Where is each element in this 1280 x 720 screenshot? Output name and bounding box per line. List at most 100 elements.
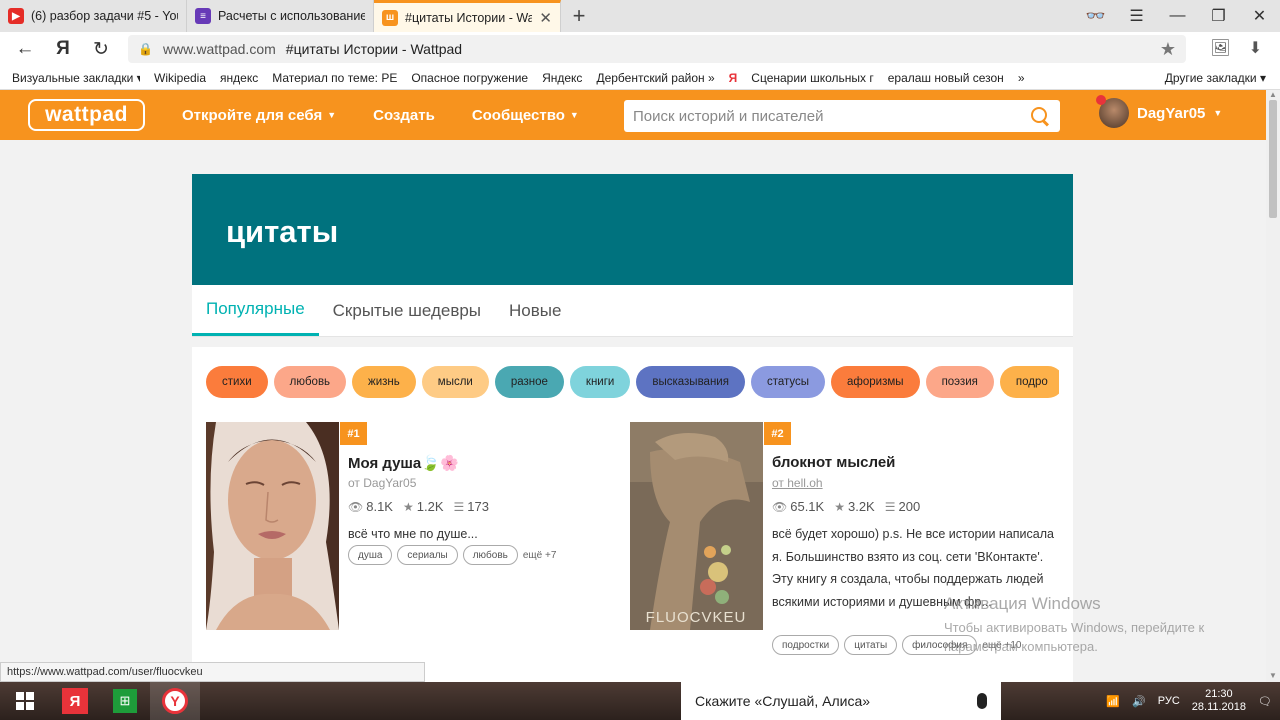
page-scrollbar[interactable]: ▲ ▼ xyxy=(1266,90,1280,682)
bookmark-item[interactable]: ералаш новый сезон xyxy=(888,71,1004,85)
yandex-home-icon[interactable]: Я xyxy=(44,32,82,66)
close-window-button[interactable]: ✕ xyxy=(1239,0,1280,32)
parts-count: 200 xyxy=(898,499,921,514)
parts-stat: ☰ 173 xyxy=(454,499,489,514)
close-tab-icon[interactable]: ✕ xyxy=(539,9,552,27)
other-bookmarks[interactable]: Другие закладки ▾ xyxy=(1165,71,1266,85)
bookmark-item[interactable]: Материал по теме: РЕ xyxy=(272,71,397,85)
browser-tab-youtube[interactable]: ▶ (6) разбор задачи #5 - You xyxy=(0,0,187,32)
tag-chip[interactable]: подро xyxy=(999,366,1059,398)
bookmark-item[interactable]: яндекс xyxy=(220,71,258,85)
yandex-app-icon: Я xyxy=(62,688,88,714)
bookmark-item[interactable]: Wikipedia xyxy=(154,71,206,85)
clock[interactable]: 21:30 28.11.2018 xyxy=(1192,688,1246,714)
restore-button[interactable]: ❐ xyxy=(1198,0,1239,32)
bookmark-star-icon[interactable]: ★ xyxy=(1160,39,1176,60)
status-url: https://www.wattpad.com/user/fluocvkeu xyxy=(0,662,425,682)
tag-chip[interactable]: статусы xyxy=(750,366,826,398)
more-tags-link[interactable]: ещё +7 xyxy=(523,550,557,561)
story-tag[interactable]: душа xyxy=(348,545,393,565)
story-tags: душа сериалы любовь ещё +7 xyxy=(348,545,556,565)
bookmark-item[interactable]: Дербентский район » xyxy=(596,71,714,85)
tab-new[interactable]: Новые xyxy=(495,285,575,336)
bookmark-item[interactable]: Сценарии школьных г xyxy=(751,71,873,85)
taskbar-yandex[interactable]: Я xyxy=(50,682,100,720)
story-author[interactable]: от DagYar05 xyxy=(348,476,416,490)
tag-chip[interactable]: высказывания xyxy=(636,366,745,398)
search-input[interactable]: Поиск историй и писателей xyxy=(624,100,1060,132)
username: DagYar05 xyxy=(1137,104,1206,122)
url-field[interactable]: 🔒 www.wattpad.com #цитаты Истории - Watt… xyxy=(128,35,1186,63)
parts-count: 173 xyxy=(467,499,489,514)
story-tag[interactable]: цитаты xyxy=(844,635,898,655)
reads-stat: 👁 8.1K xyxy=(348,499,393,514)
taskbar-store[interactable]: ⊞ xyxy=(100,682,150,720)
tag-chip[interactable]: поэзия xyxy=(925,366,994,398)
story-title[interactable]: Моя душа🍃🌸 xyxy=(348,454,459,472)
search-placeholder: Поиск историй и писателей xyxy=(633,107,824,125)
notifications-icon[interactable]: 🗨 xyxy=(1258,695,1272,708)
scroll-up-icon[interactable]: ▲ xyxy=(1269,90,1277,99)
story-title[interactable]: блокнот мыслей xyxy=(772,454,895,471)
notification-dot xyxy=(1096,95,1106,105)
tag-chip[interactable]: мысли xyxy=(421,366,489,398)
sort-tabs: Популярные Скрытые шедевры Новые xyxy=(192,285,1073,337)
bookmark-item[interactable]: Визуальные закладки ▾ xyxy=(12,71,140,85)
nav-community[interactable]: Сообщество ▼ xyxy=(472,107,579,124)
minimize-button[interactable]: — xyxy=(1157,0,1198,32)
alice-search-box[interactable]: Скажите «Слушай, Алиса» xyxy=(681,682,1001,720)
nav-discover[interactable]: Откройте для себя ▼ xyxy=(182,107,336,124)
language-indicator[interactable]: РУС xyxy=(1158,695,1180,707)
search-icon[interactable] xyxy=(1030,106,1050,126)
tab-label: (6) разбор задачи #5 - You xyxy=(31,9,178,23)
tag-chip[interactable]: жизнь xyxy=(352,366,416,398)
yandex-logo-icon[interactable]: Я xyxy=(729,71,738,85)
story-card: #1 Моя душа🍃🌸 от DagYar05 👁 8.1K ★ 1.2K ☰ 1… xyxy=(206,422,616,630)
downloads-icon[interactable]: ⬇ xyxy=(1249,38,1262,58)
user-menu[interactable]: DagYar05 ▼ xyxy=(1096,95,1222,128)
story-cover[interactable] xyxy=(206,422,339,630)
svg-text:FLUOCVKEU: FLUOCVKEU xyxy=(646,609,747,626)
screenshot-icon[interactable]: 🖼 xyxy=(1210,38,1230,58)
tag-chip[interactable]: любовь xyxy=(273,366,347,398)
bookmark-item[interactable]: Яндекс xyxy=(542,71,582,85)
chevron-down-icon: ▼ xyxy=(569,110,579,120)
browser-tab-wattpad[interactable]: ш #цитаты Истории - Wat ✕ xyxy=(374,0,561,32)
nav-create[interactable]: Создать xyxy=(373,107,435,124)
network-icon[interactable]: 📶 xyxy=(1106,695,1120,708)
volume-icon[interactable]: 🔊 xyxy=(1132,695,1146,708)
reload-button[interactable]: ↻ xyxy=(82,32,120,66)
story-author[interactable]: от hell.oh xyxy=(772,476,823,490)
scroll-down-icon[interactable]: ▼ xyxy=(1269,671,1277,680)
story-cover[interactable]: FLUOCVKEU xyxy=(630,422,763,630)
start-button[interactable] xyxy=(0,682,50,720)
microphone-icon[interactable] xyxy=(977,693,987,709)
tab-hidden-gems[interactable]: Скрытые шедевры xyxy=(319,285,495,336)
bookmarks-overflow-button[interactable]: » xyxy=(1018,71,1025,85)
menu-icon[interactable]: ☰ xyxy=(1116,0,1157,32)
toolbar-right: 🖼 ⬇ xyxy=(1210,38,1262,58)
story-tag[interactable]: подростки xyxy=(772,635,840,655)
avatar xyxy=(1096,95,1129,128)
scroll-thumb[interactable] xyxy=(1269,100,1277,218)
tag-chip[interactable]: книги xyxy=(569,366,631,398)
tag-chip[interactable]: афоризмы xyxy=(831,366,920,398)
tag-chip[interactable]: разное xyxy=(494,366,564,398)
browser-tab-forms[interactable]: ≡ Расчеты с использование xyxy=(187,0,374,32)
story-tag[interactable]: любовь xyxy=(462,545,518,565)
story-tag[interactable]: сериалы xyxy=(397,545,458,565)
bookmark-item[interactable]: Опасное погружение xyxy=(411,71,528,85)
new-tab-button[interactable]: + xyxy=(561,0,597,32)
clock-time: 21:30 xyxy=(1205,688,1233,700)
star-icon: ★ xyxy=(834,499,845,514)
tab-popular[interactable]: Популярные xyxy=(192,285,319,336)
store-icon: ⊞ xyxy=(113,689,137,713)
wattpad-header: wattpad Откройте для себя ▼ Создать Сооб… xyxy=(0,90,1266,140)
eye-icon: 👁 xyxy=(772,499,788,514)
incognito-glasses-icon[interactable]: 👓 xyxy=(1075,0,1116,32)
wattpad-logo[interactable]: wattpad xyxy=(28,99,145,131)
forms-icon: ≡ xyxy=(195,8,211,24)
taskbar-yandex-browser[interactable]: Y xyxy=(150,682,200,720)
back-button[interactable]: ← xyxy=(6,32,44,66)
tag-chip[interactable]: стихи xyxy=(206,366,268,398)
